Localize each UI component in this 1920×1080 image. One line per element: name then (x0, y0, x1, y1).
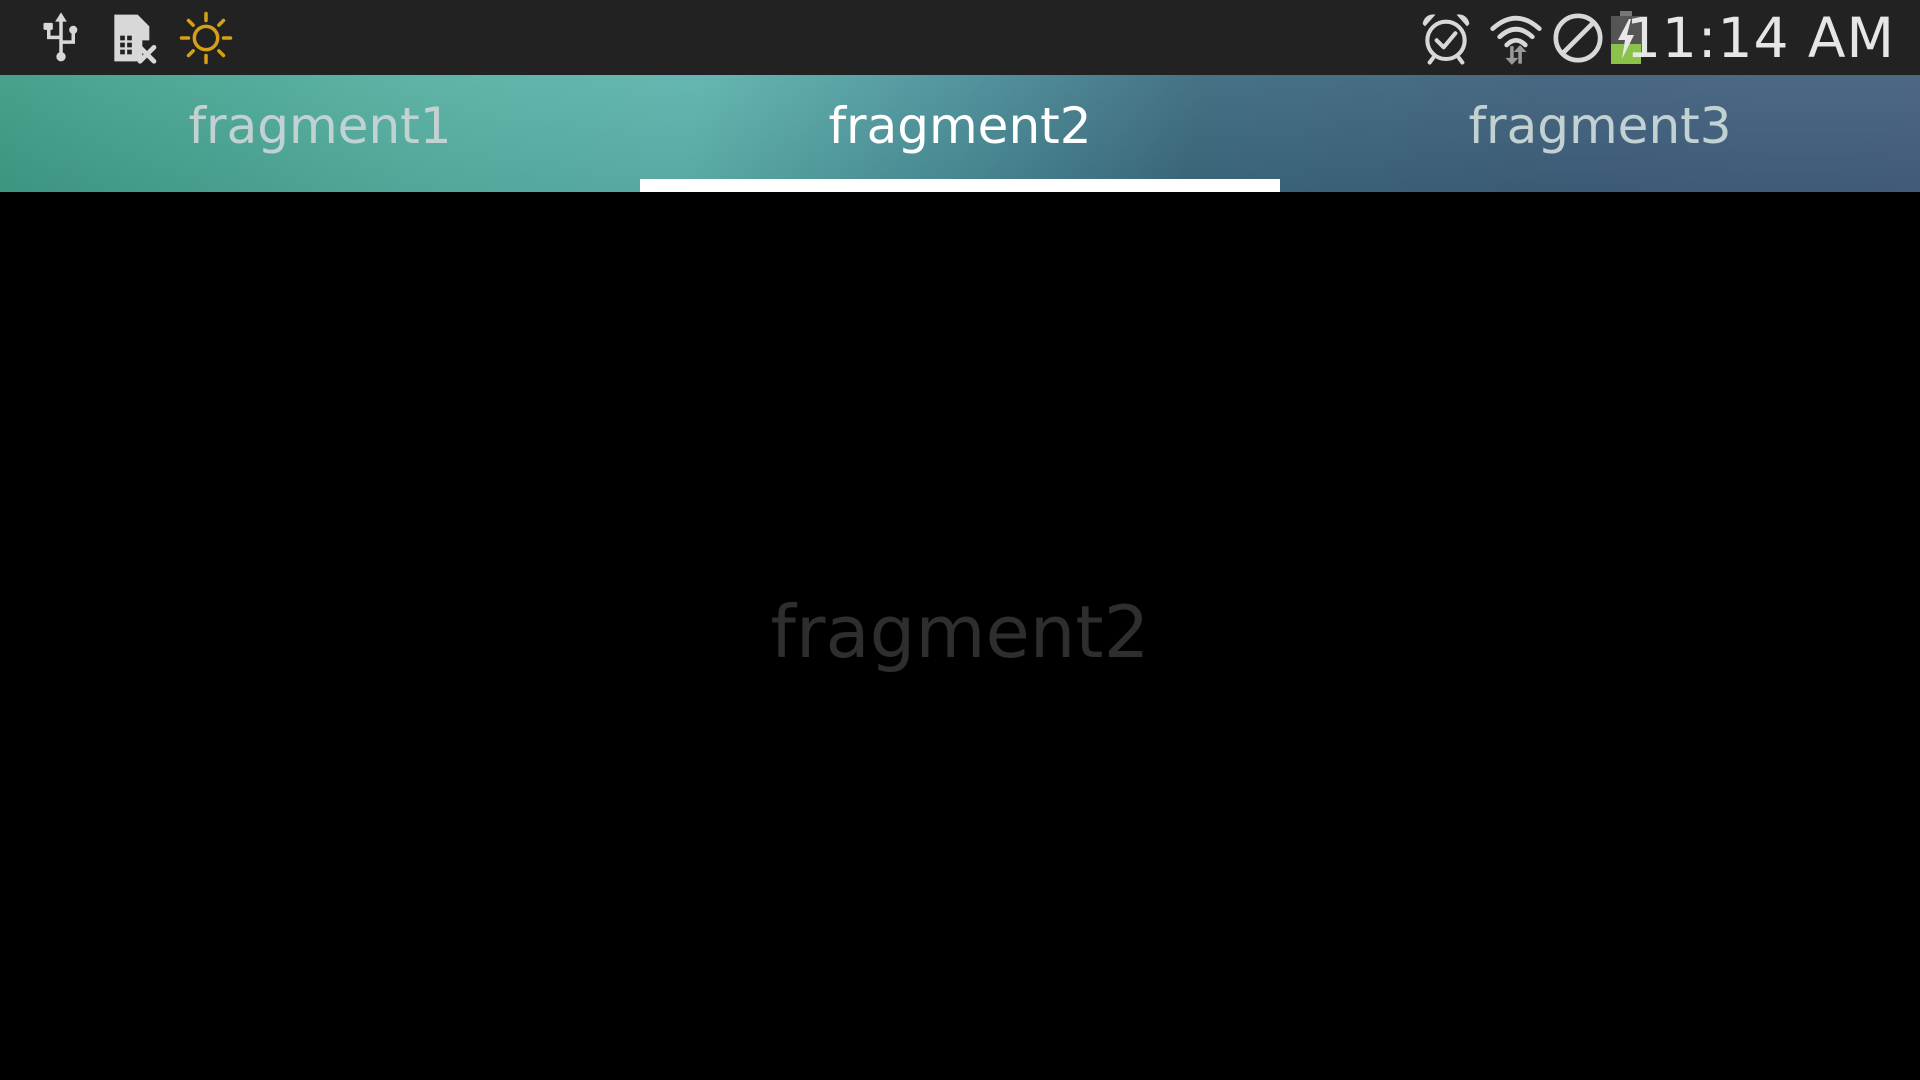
status-bar: 11:14 AM (0, 0, 1920, 75)
tab-fragment1[interactable]: fragment1 (0, 75, 640, 192)
status-clock: 11:14 AM (1625, 6, 1895, 70)
tab-label: fragment1 (188, 96, 452, 155)
tab-label: fragment2 (828, 96, 1092, 155)
alarm-icon (1418, 10, 1474, 66)
do-not-disturb-icon (1550, 10, 1606, 66)
wifi-icon (1488, 10, 1544, 66)
tab-bar: fragment1 fragment2 fragment3 (0, 75, 1920, 192)
tab-indicator (640, 179, 1280, 192)
sim-card-error-icon (105, 10, 161, 66)
tab-fragment2[interactable]: fragment2 (640, 75, 1280, 192)
usb-icon (33, 10, 89, 66)
fragment-content: fragment2 (0, 192, 1920, 1080)
brightness-icon (178, 10, 234, 66)
tab-fragment3[interactable]: fragment3 (1280, 75, 1920, 192)
fragment-label: fragment2 (770, 590, 1150, 674)
tab-label: fragment3 (1468, 96, 1732, 155)
